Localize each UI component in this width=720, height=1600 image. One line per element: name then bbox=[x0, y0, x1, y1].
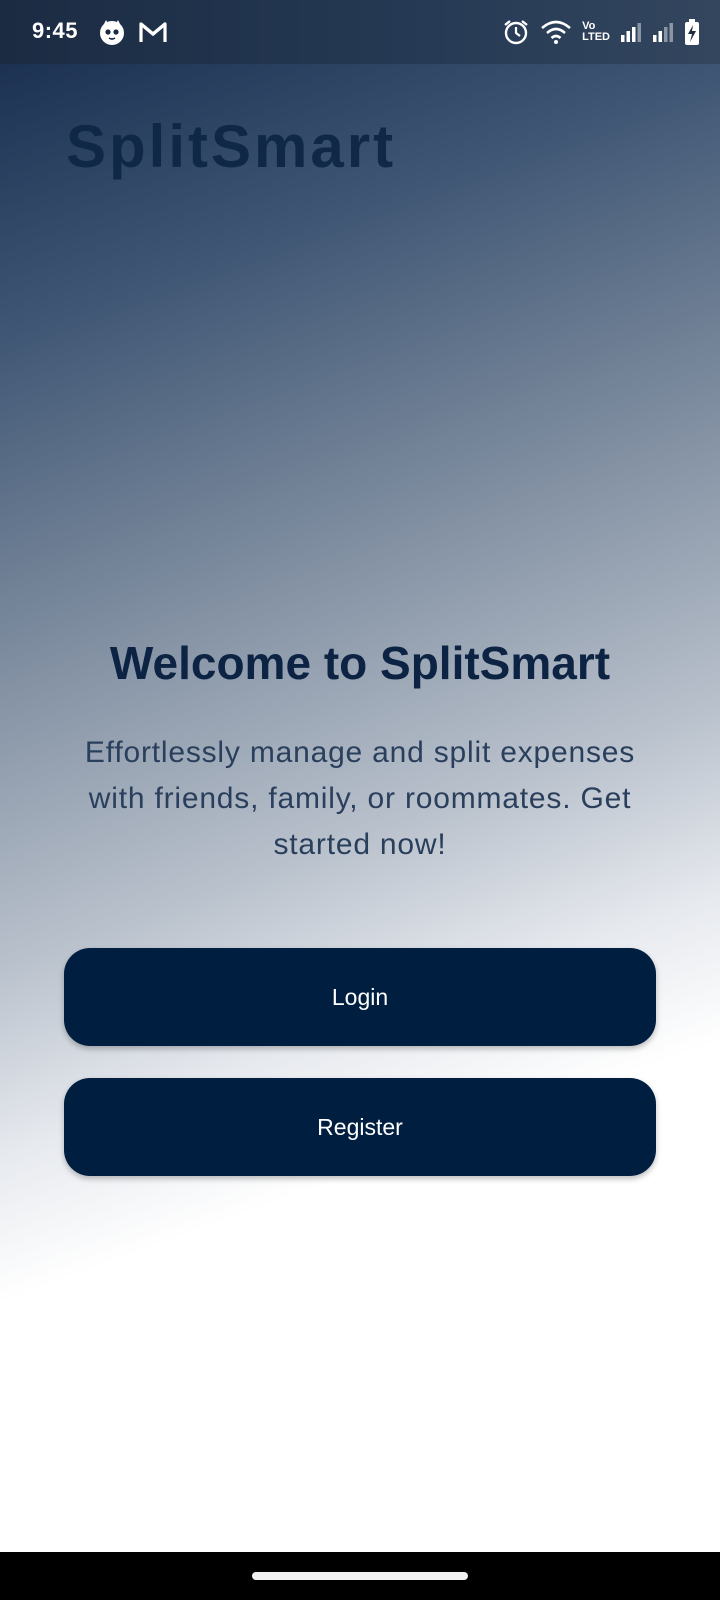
cat-face-icon bbox=[98, 18, 126, 46]
volte-label-bottom: LTED bbox=[582, 31, 610, 43]
login-button[interactable]: Login bbox=[64, 948, 656, 1046]
welcome-screen: 9:45 Vo LTED SplitSmart Welcome to Split… bbox=[0, 0, 720, 1600]
welcome-title: Welcome to SplitSmart bbox=[109, 637, 611, 689]
navigation-bar bbox=[0, 1552, 720, 1600]
status-bar: 9:45 Vo LTED bbox=[0, 0, 720, 64]
status-icons: Vo LTED bbox=[502, 16, 700, 48]
alarm-icon bbox=[502, 18, 530, 46]
status-time: 9:45 bbox=[32, 18, 79, 43]
battery-charging-icon bbox=[684, 18, 700, 46]
wifi-icon bbox=[540, 19, 572, 45]
volte-icon: Vo LTED bbox=[582, 21, 610, 43]
signal-sim2-icon bbox=[652, 21, 674, 43]
register-button[interactable]: Register bbox=[64, 1078, 656, 1176]
gmail-icon bbox=[138, 18, 167, 46]
home-gesture-handle[interactable] bbox=[252, 1572, 468, 1580]
app-logo: SplitSmart bbox=[66, 113, 397, 180]
signal-sim1-icon bbox=[620, 21, 642, 43]
welcome-description: Effortlessly manage and split expenses w… bbox=[84, 736, 636, 861]
